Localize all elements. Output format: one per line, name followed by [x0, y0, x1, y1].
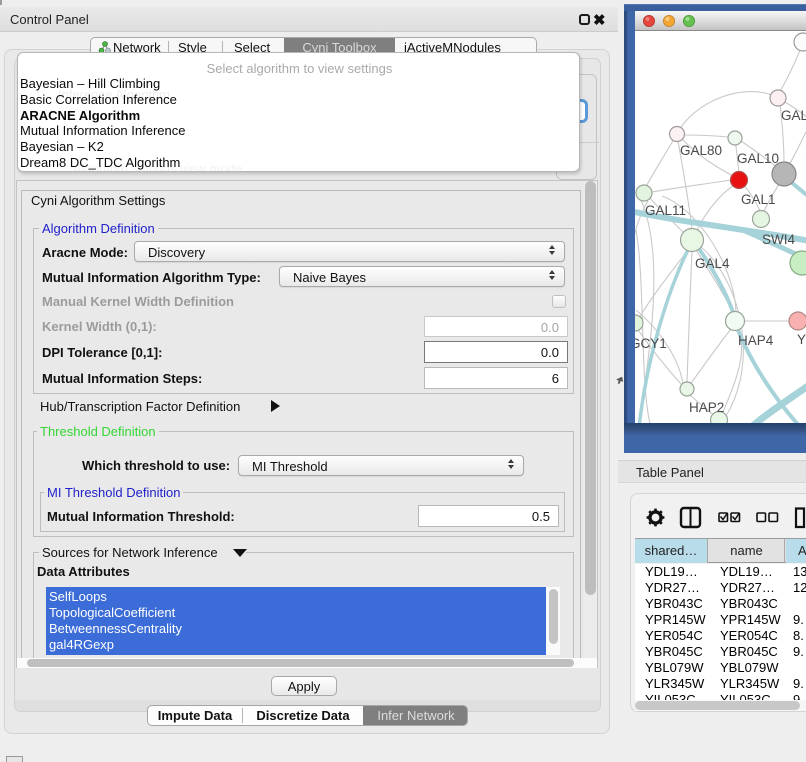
svg-text:HAP2: HAP2 [689, 400, 724, 415]
svg-text:GAL4: GAL4 [695, 256, 730, 271]
svg-text:GAL80: GAL80 [680, 143, 722, 158]
svg-text:SWI4: SWI4 [762, 232, 795, 247]
svg-text:GAL10: GAL10 [737, 151, 779, 166]
svg-text:GAL: GAL [781, 108, 806, 123]
svg-text:GAL1: GAL1 [741, 192, 776, 207]
svg-text:HAP4: HAP4 [738, 333, 774, 348]
svg-text:Y: Y [797, 332, 806, 347]
svg-text:GCY1: GCY1 [635, 336, 667, 351]
svg-text:GAL11: GAL11 [645, 203, 686, 218]
